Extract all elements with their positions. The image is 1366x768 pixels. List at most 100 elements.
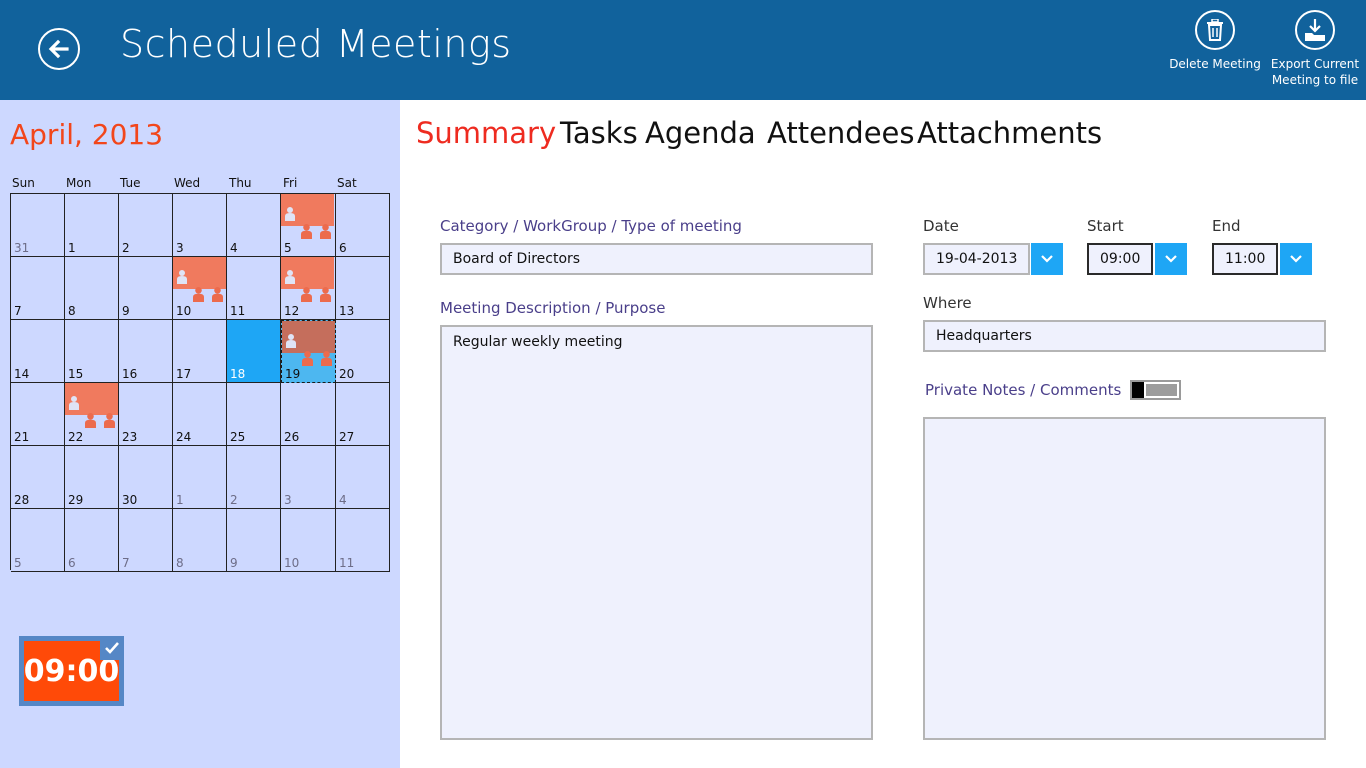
weekday-label: Fri [283,176,298,190]
weekday-label: Mon [66,176,92,190]
day-number: 11 [230,304,246,318]
calendar-day[interactable]: 1 [65,194,119,257]
calendar-day[interactable]: 14 [11,320,65,383]
calendar-day[interactable]: 26 [281,383,336,446]
calendar-day[interactable]: 9 [227,509,281,572]
calendar-day[interactable]: 18 [227,320,281,383]
calendar-day[interactable]: 7 [11,257,65,320]
calendar-day[interactable]: 11 [336,509,390,572]
calendar-day[interactable]: 13 [336,257,390,320]
calendar-day[interactable]: 9 [119,257,173,320]
day-number: 7 [122,556,130,570]
attendee-icon [321,351,332,370]
tab-agenda[interactable]: Agenda [645,116,756,150]
attendee-icon [320,287,331,306]
tab-tasks[interactable]: Tasks [560,116,638,150]
weekday-label: Sat [337,176,357,190]
calendar-day[interactable]: 16 [119,320,173,383]
organizer-icon [69,395,79,414]
chevron-down-icon [1290,255,1302,263]
calendar-grid: 31 1 2 3 4 5 6 7 8 9 10 11 12 13 14 15 16 17 18 19 20 21 22 23 2… [10,193,390,572]
calendar-day[interactable]: 3 [173,194,227,257]
day-number: 5 [284,241,292,255]
calendar-day[interactable]: 5 [11,509,65,572]
tab-attendees[interactable]: Attendees [767,116,915,150]
date-field[interactable]: 19-04-2013 [923,243,1030,275]
description-field[interactable]: Regular weekly meeting [440,325,873,740]
calendar-day[interactable]: 17 [173,320,227,383]
back-button[interactable] [38,28,80,70]
calendar-day[interactable]: 6 [336,194,390,257]
where-field[interactable]: Headquarters [923,320,1326,352]
current-time-tile[interactable]: 09:00 [19,636,124,706]
attendee-icon [302,351,313,370]
calendar-day[interactable]: 21 [11,383,65,446]
calendar-day[interactable]: 8 [173,509,227,572]
calendar-day[interactable]: 15 [65,320,119,383]
calendar-day[interactable]: 7 [119,509,173,572]
weekday-label: Sun [12,176,35,190]
calendar-day[interactable]: 3 [281,446,336,509]
day-number: 15 [68,367,84,381]
calendar-day[interactable]: 30 [119,446,173,509]
description-label: Meeting Description / Purpose [440,299,666,317]
day-number: 4 [339,493,347,507]
attendee-icon [320,224,331,243]
calendar-day[interactable]: 1 [173,446,227,509]
start-dropdown-button[interactable] [1155,243,1187,275]
end-time-field[interactable]: 11:00 [1212,243,1278,275]
category-label: Category / WorkGroup / Type of meeting [440,217,742,235]
category-field[interactable]: Board of Directors [440,243,873,275]
weekday-label: Tue [120,176,141,190]
calendar-day[interactable]: 19 [281,320,336,383]
calendar-day[interactable]: 2 [119,194,173,257]
end-dropdown-button[interactable] [1280,243,1312,275]
calendar-day[interactable]: 10 [281,509,336,572]
notes-field[interactable] [923,417,1326,740]
calendar-day[interactable]: 23 [119,383,173,446]
calendar-day[interactable]: 28 [11,446,65,509]
tab-attachments[interactable]: Attachments [917,116,1102,150]
day-number: 16 [122,367,138,381]
day-number: 3 [176,241,184,255]
start-time-field[interactable]: 09:00 [1087,243,1153,275]
day-number: 6 [68,556,76,570]
app-header: Scheduled Meetings Delete Meeting Export… [0,0,1366,100]
day-number: 23 [122,430,138,444]
day-number: 2 [122,241,130,255]
calendar-day[interactable]: 27 [336,383,390,446]
attendee-icon [85,413,96,432]
calendar-day[interactable]: 8 [65,257,119,320]
calendar-day[interactable]: 29 [65,446,119,509]
calendar-day[interactable]: 4 [227,194,281,257]
month-title: April, 2013 [10,118,164,151]
calendar-day[interactable]: 5 [281,194,336,257]
export-meeting-button[interactable]: Export Current Meeting to file [1267,10,1363,88]
calendar-day[interactable]: 31 [11,194,65,257]
calendar-day[interactable]: 6 [65,509,119,572]
delete-meeting-button[interactable]: Delete Meeting [1167,10,1263,72]
calendar-day[interactable]: 25 [227,383,281,446]
day-number: 28 [14,493,30,507]
toggle-track [1146,384,1177,396]
date-dropdown-button[interactable] [1031,243,1063,275]
private-notes-toggle[interactable] [1130,380,1181,400]
day-number: 31 [14,241,30,255]
calendar-day[interactable]: 22 [65,383,119,446]
day-number: 25 [230,430,246,444]
day-number: 18 [230,367,246,381]
day-number: 24 [176,430,192,444]
day-number: 1 [176,493,184,507]
calendar-day[interactable]: 10 [173,257,227,320]
calendar-day[interactable]: 11 [227,257,281,320]
calendar-day[interactable]: 24 [173,383,227,446]
calendar-day[interactable]: 12 [281,257,336,320]
where-label: Where [923,294,972,312]
calendar-day[interactable]: 4 [336,446,390,509]
download-icon [1305,19,1325,41]
calendar-day[interactable]: 20 [336,320,390,383]
calendar-day[interactable]: 2 [227,446,281,509]
attendee-icon [301,287,312,306]
tab-summary[interactable]: Summary [416,116,556,150]
day-number: 12 [284,304,300,318]
